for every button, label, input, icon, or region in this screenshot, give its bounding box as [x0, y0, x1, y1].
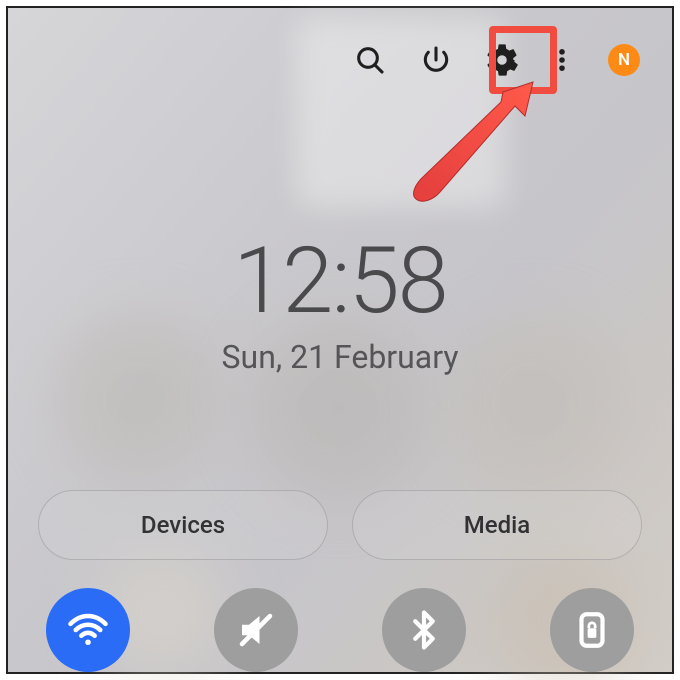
bluetooth-toggle[interactable]: [382, 588, 466, 672]
more-icon[interactable]: [548, 40, 576, 80]
notification-panel: N 12:58 Sun, 21 February Devices Media: [6, 6, 674, 674]
media-button[interactable]: Media: [352, 490, 642, 560]
search-icon[interactable]: [350, 40, 390, 80]
devices-button-label: Devices: [141, 511, 225, 539]
clock: 12:58 Sun, 21 February: [8, 236, 672, 376]
mute-toggle[interactable]: [214, 588, 298, 672]
clock-time: 12:58: [233, 236, 446, 328]
devices-button[interactable]: Devices: [38, 490, 328, 560]
media-button-label: Media: [464, 511, 530, 539]
rotation-lock-icon: [571, 609, 613, 651]
wifi-icon: [67, 609, 109, 651]
profile-initial: N: [618, 50, 630, 70]
rotation-lock-toggle[interactable]: [550, 588, 634, 672]
power-icon[interactable]: [416, 40, 456, 80]
clock-date: Sun, 21 February: [222, 338, 459, 376]
bluetooth-icon: [403, 609, 445, 651]
quick-settings-row: [46, 588, 634, 672]
settings-icon[interactable]: [482, 40, 522, 80]
button-row: Devices Media: [38, 490, 642, 560]
profile-badge[interactable]: N: [608, 44, 640, 76]
header-icons: N: [350, 40, 640, 80]
mute-icon: [235, 609, 277, 651]
wifi-toggle[interactable]: [46, 588, 130, 672]
